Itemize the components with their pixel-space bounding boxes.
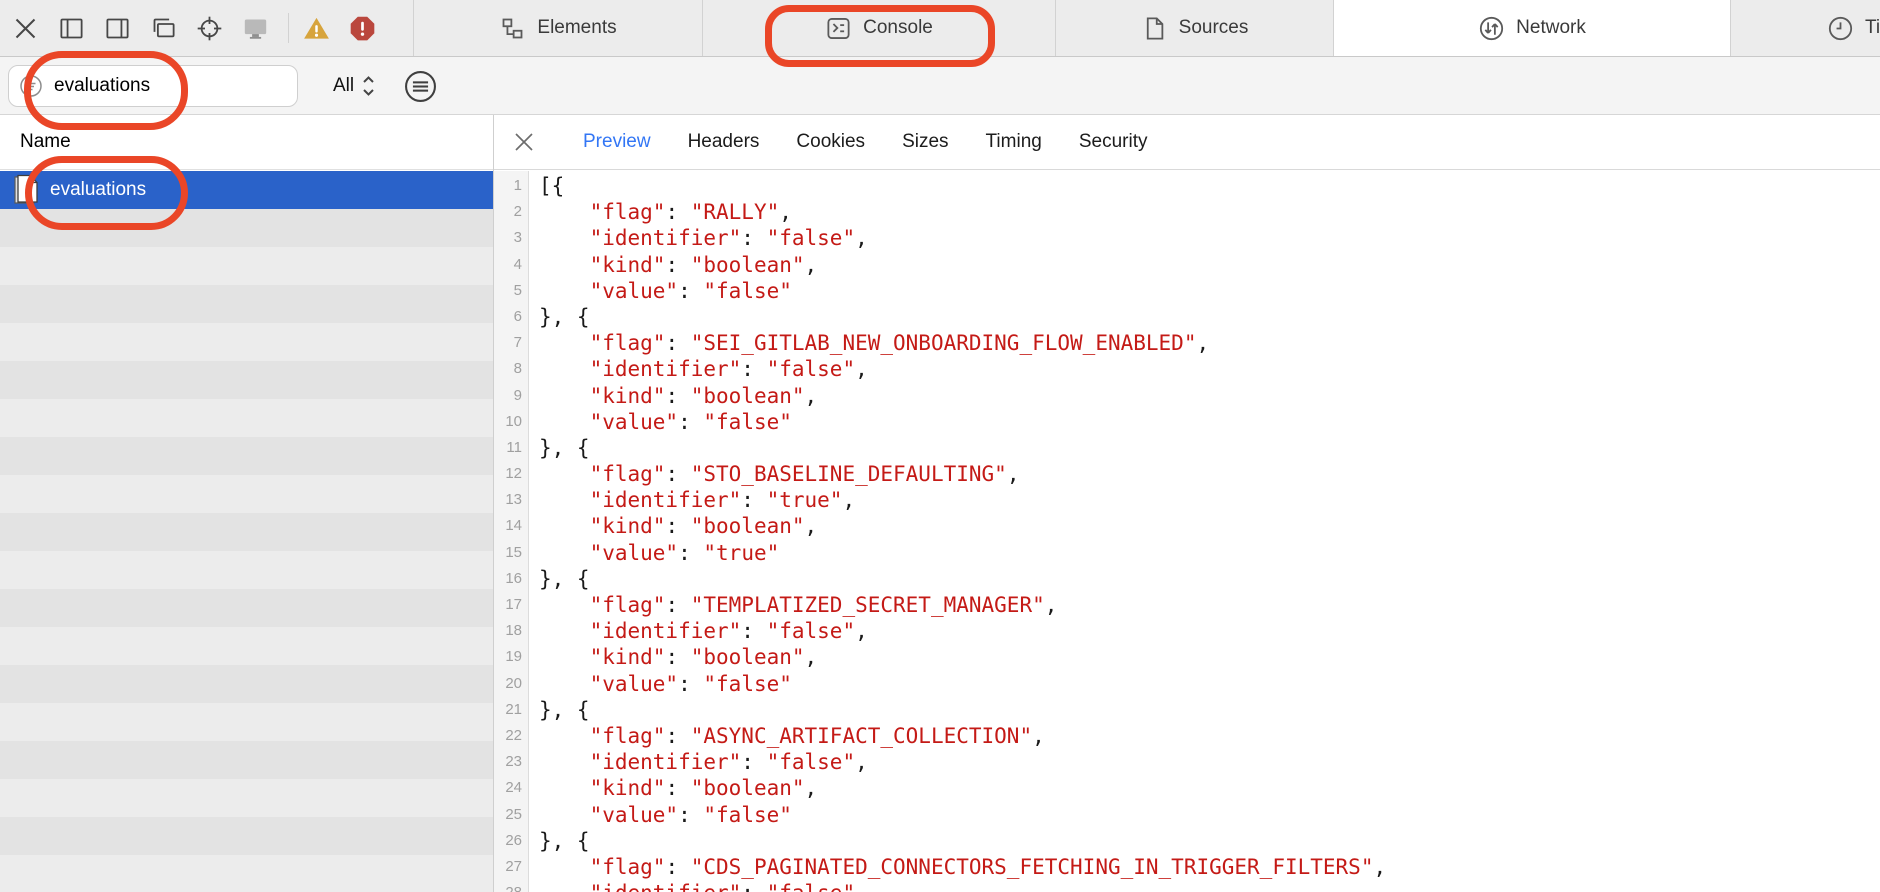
filter-input[interactable]: evaluations	[8, 65, 298, 107]
circled-lines-icon[interactable]	[404, 70, 437, 103]
request-list-panel: Name evaluations	[0, 115, 494, 892]
json-line: }, {	[539, 828, 1880, 854]
error-icon[interactable]	[349, 15, 376, 42]
json-line: "kind": "boolean",	[539, 383, 1880, 409]
document-icon	[1141, 15, 1168, 42]
json-line: "flag": "SEI_GITLAB_NEW_ONBOARDING_FLOW_…	[539, 330, 1880, 356]
display-icon[interactable]	[242, 15, 269, 42]
tab-label: Sources	[1179, 17, 1249, 39]
json-line: "kind": "boolean",	[539, 775, 1880, 801]
resource-scope-select[interactable]: All	[333, 57, 376, 115]
json-line: "identifier": "true",	[539, 487, 1880, 513]
empty-row-stripes	[0, 209, 493, 892]
network-filter-bar: evaluations All	[0, 57, 1880, 115]
tab-network[interactable]: Network	[1333, 0, 1730, 56]
json-line: [{	[539, 173, 1880, 199]
json-line: "value": "false"	[539, 671, 1880, 697]
json-line: "flag": "RALLY",	[539, 199, 1880, 225]
tab-console[interactable]: Console	[702, 0, 1055, 56]
json-line: "identifier": "false",	[539, 749, 1880, 775]
json-line: "value": "false"	[539, 278, 1880, 304]
warning-icon[interactable]	[303, 15, 330, 42]
inspector-toolbar	[0, 0, 413, 56]
json-line: }, {	[539, 697, 1880, 723]
filter-query-text: evaluations	[54, 75, 150, 97]
request-detail-panel: Preview Headers Cookies Sizes Timing Sec…	[494, 115, 1880, 892]
dock-left-icon[interactable]	[58, 15, 85, 42]
json-line: "flag": "TEMPLATIZED_SECRET_MANAGER",	[539, 592, 1880, 618]
clock-icon	[1827, 15, 1854, 42]
json-line: "flag": "ASYNC_ARTIFACT_COLLECTION",	[539, 723, 1880, 749]
json-line: "value": "false"	[539, 802, 1880, 828]
detail-tab-headers[interactable]: Headers	[688, 131, 760, 153]
hierarchy-icon	[499, 15, 526, 42]
tab-timelines[interactable]: Timelines	[1730, 0, 1880, 56]
detail-tab-cookies[interactable]: Cookies	[796, 131, 865, 153]
detail-tab-preview[interactable]: Preview	[583, 131, 651, 153]
dock-right-icon[interactable]	[104, 15, 131, 42]
json-line: "identifier": "false",	[539, 880, 1880, 892]
inspector-main: Name evaluations Preview Headers	[0, 115, 1880, 892]
json-line: "kind": "boolean",	[539, 513, 1880, 539]
filter-circle-icon	[19, 74, 43, 98]
detail-tab-sizes[interactable]: Sizes	[902, 131, 948, 153]
json-code[interactable]: [{ "flag": "RALLY", "identifier": "false…	[529, 171, 1880, 892]
close-detail-icon[interactable]	[512, 130, 536, 154]
json-line: "identifier": "false",	[539, 618, 1880, 644]
json-preview: 1234567891011121314151617181920212223242…	[494, 171, 1880, 892]
json-line: "value": "false"	[539, 409, 1880, 435]
json-line: "kind": "boolean",	[539, 644, 1880, 670]
tab-label: Network	[1516, 17, 1586, 39]
tab-elements[interactable]: Elements	[413, 0, 702, 56]
tab-sources[interactable]: Sources	[1055, 0, 1333, 56]
web-inspector-window: Elements Console Sources Network Timelin…	[0, 0, 1880, 892]
json-line: "value": "true"	[539, 540, 1880, 566]
detail-tab-timing[interactable]: Timing	[986, 131, 1042, 153]
name-column-header[interactable]: Name	[0, 115, 493, 170]
close-icon[interactable]	[12, 15, 39, 42]
detail-tab-bar: Preview Headers Cookies Sizes Timing Sec…	[494, 115, 1880, 170]
inspector-tab-bar: Elements Console Sources Network Timelin…	[0, 0, 1880, 57]
json-line: }, {	[539, 435, 1880, 461]
tab-label: Timelines	[1865, 17, 1880, 39]
document-icon	[10, 174, 40, 206]
windows-overlay-icon[interactable]	[150, 15, 177, 42]
detail-tab-security[interactable]: Security	[1079, 131, 1148, 153]
json-line: "identifier": "false",	[539, 356, 1880, 382]
json-line: "kind": "boolean",	[539, 252, 1880, 278]
request-rows: evaluations	[0, 171, 493, 892]
json-line: }, {	[539, 566, 1880, 592]
scope-label: All	[333, 75, 354, 97]
up-down-stepper-icon	[361, 73, 376, 99]
request-row-evaluations[interactable]: evaluations	[0, 171, 493, 209]
toolbar-divider	[288, 13, 289, 43]
line-number-gutter: 1234567891011121314151617181920212223242…	[494, 171, 529, 892]
request-row-label: evaluations	[50, 179, 146, 201]
element-picker-icon[interactable]	[196, 15, 223, 42]
tab-label: Elements	[537, 17, 616, 39]
json-line: }, {	[539, 304, 1880, 330]
json-line: "identifier": "false",	[539, 225, 1880, 251]
json-line: "flag": "STO_BASELINE_DEFAULTING",	[539, 461, 1880, 487]
console-icon	[825, 15, 852, 42]
tab-label: Console	[863, 17, 933, 39]
json-line: "flag": "CDS_PAGINATED_CONNECTORS_FETCHI…	[539, 854, 1880, 880]
network-arrows-icon	[1478, 15, 1505, 42]
